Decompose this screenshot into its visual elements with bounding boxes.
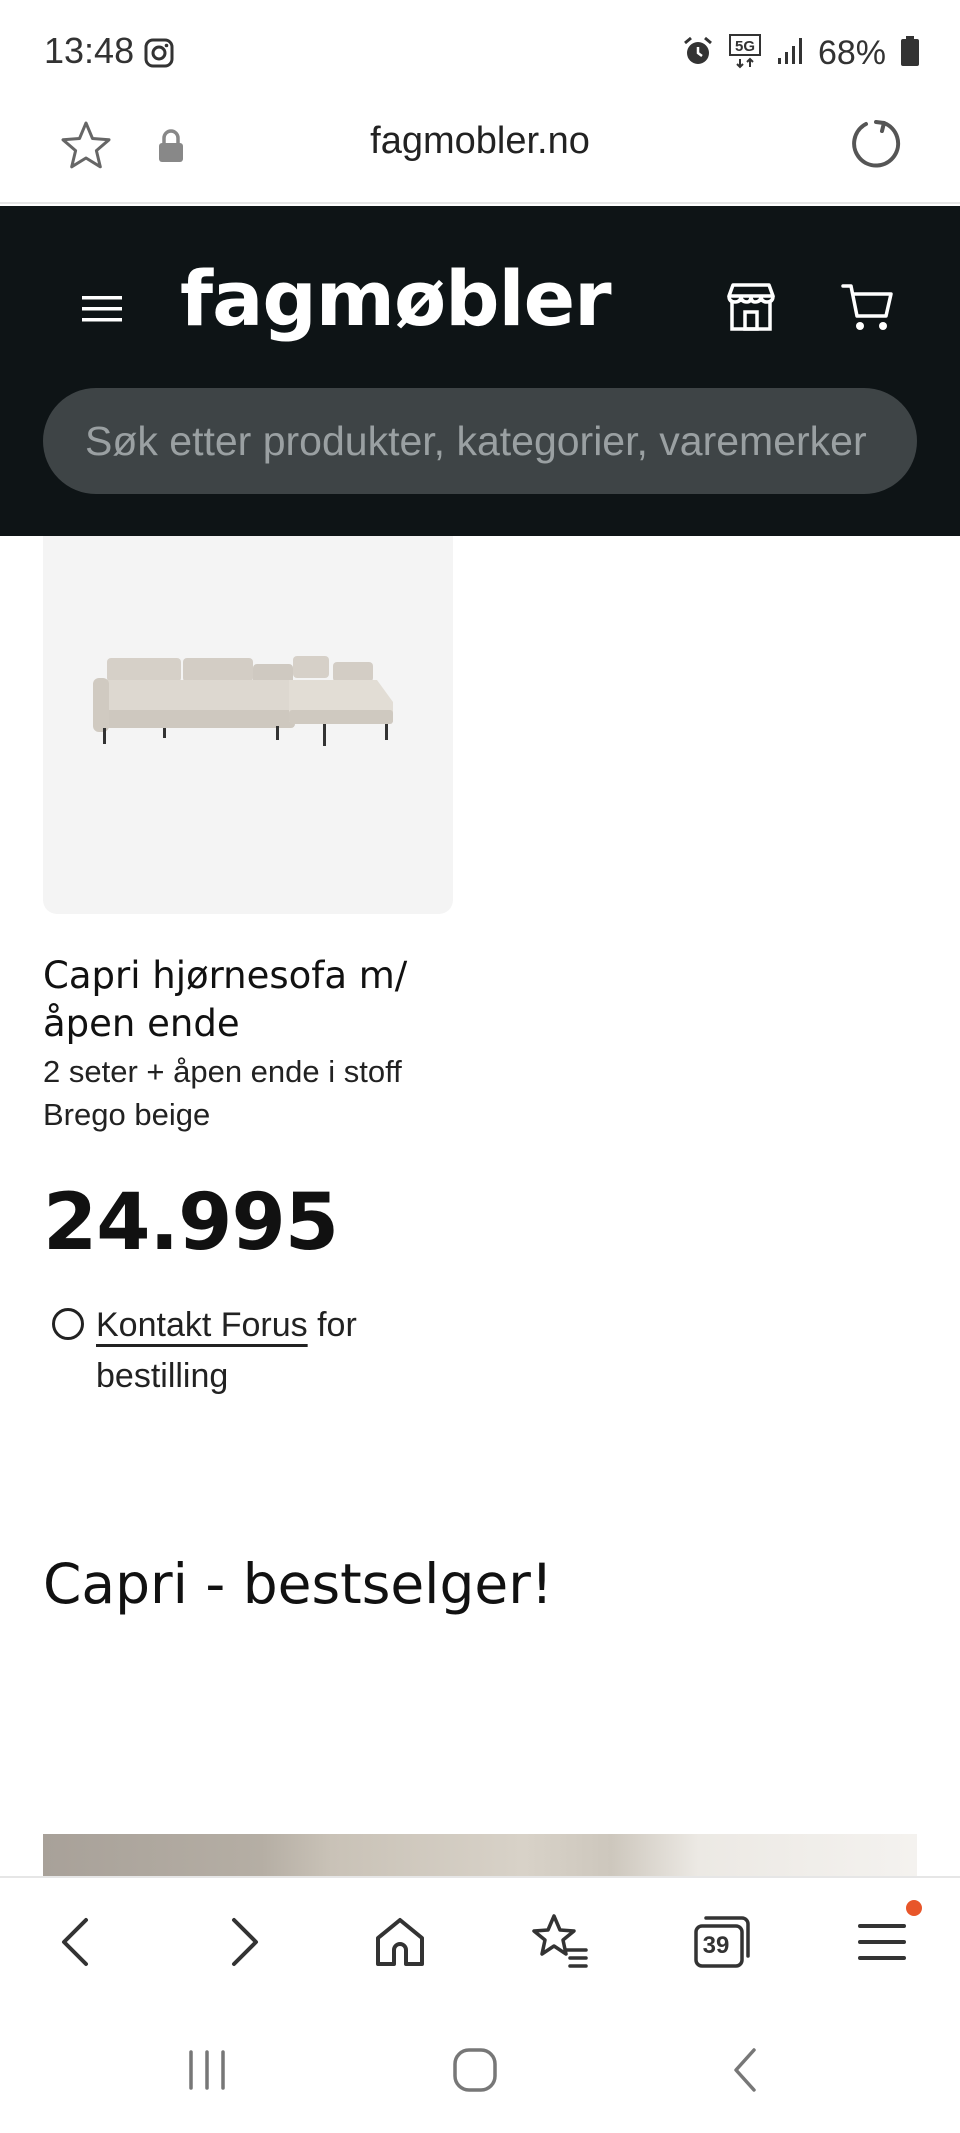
banner-image[interactable]: [43, 1834, 917, 1876]
sofa-image: [93, 656, 393, 746]
home-circle-icon[interactable]: [450, 2048, 500, 2092]
site-header: fagmøbler Søk etter produkter, kategorie…: [0, 206, 960, 536]
address-bar: fagmobler.no: [0, 108, 960, 204]
reload-icon[interactable]: [846, 114, 906, 174]
hamburger-icon[interactable]: [80, 292, 124, 326]
product-price: 24.995: [43, 1178, 339, 1268]
back-chevron-icon[interactable]: [722, 2048, 772, 2092]
tabs-icon[interactable]: 39: [690, 1910, 754, 1974]
menu-icon[interactable]: [852, 1900, 922, 1974]
notification-dot: [906, 1900, 922, 1916]
product-image[interactable]: [43, 536, 453, 914]
section-heading: Capri - bestselger!: [43, 1552, 553, 1616]
network-type: 5G: [735, 38, 755, 55]
battery-percent: 68%: [817, 33, 886, 72]
status-time: 13:48: [44, 30, 135, 71]
product-title[interactable]: Capri hjørnesofa m/ åpen ende: [43, 952, 443, 1048]
home-icon[interactable]: [368, 1910, 432, 1974]
cart-icon[interactable]: [840, 280, 896, 334]
battery-icon: [900, 35, 920, 72]
tab-count: 39: [702, 1932, 730, 1959]
recents-icon[interactable]: [182, 2048, 232, 2092]
site-logo[interactable]: fagmøbler: [180, 254, 612, 343]
store-icon[interactable]: [724, 280, 778, 334]
availability-text: Kontakt Forus for bestilling: [96, 1300, 436, 1402]
availability-status-icon: [52, 1308, 84, 1340]
signal-icon: [776, 36, 804, 71]
bookmarks-icon[interactable]: [528, 1910, 592, 1974]
status-bar: 13:48 5G 68%: [0, 0, 960, 108]
product-description: 2 seter + åpen ende i stoff Brego beige: [43, 1054, 402, 1132]
contact-store-link[interactable]: Kontakt Forus: [96, 1306, 308, 1344]
search-input[interactable]: Søk etter produkter, kategorier, varemer…: [43, 388, 917, 494]
alarm-icon: [682, 35, 714, 72]
url-field[interactable]: fagmobler.no: [0, 120, 960, 163]
browser-toolbar: 39: [0, 1876, 960, 2006]
instagram-icon: [144, 38, 174, 68]
5g-icon: 5G: [728, 33, 762, 74]
system-nav-bar: [0, 2006, 960, 2133]
back-icon[interactable]: [46, 1910, 110, 1974]
forward-icon[interactable]: [210, 1910, 274, 1974]
status-indicators: 5G 68%: [682, 30, 920, 76]
